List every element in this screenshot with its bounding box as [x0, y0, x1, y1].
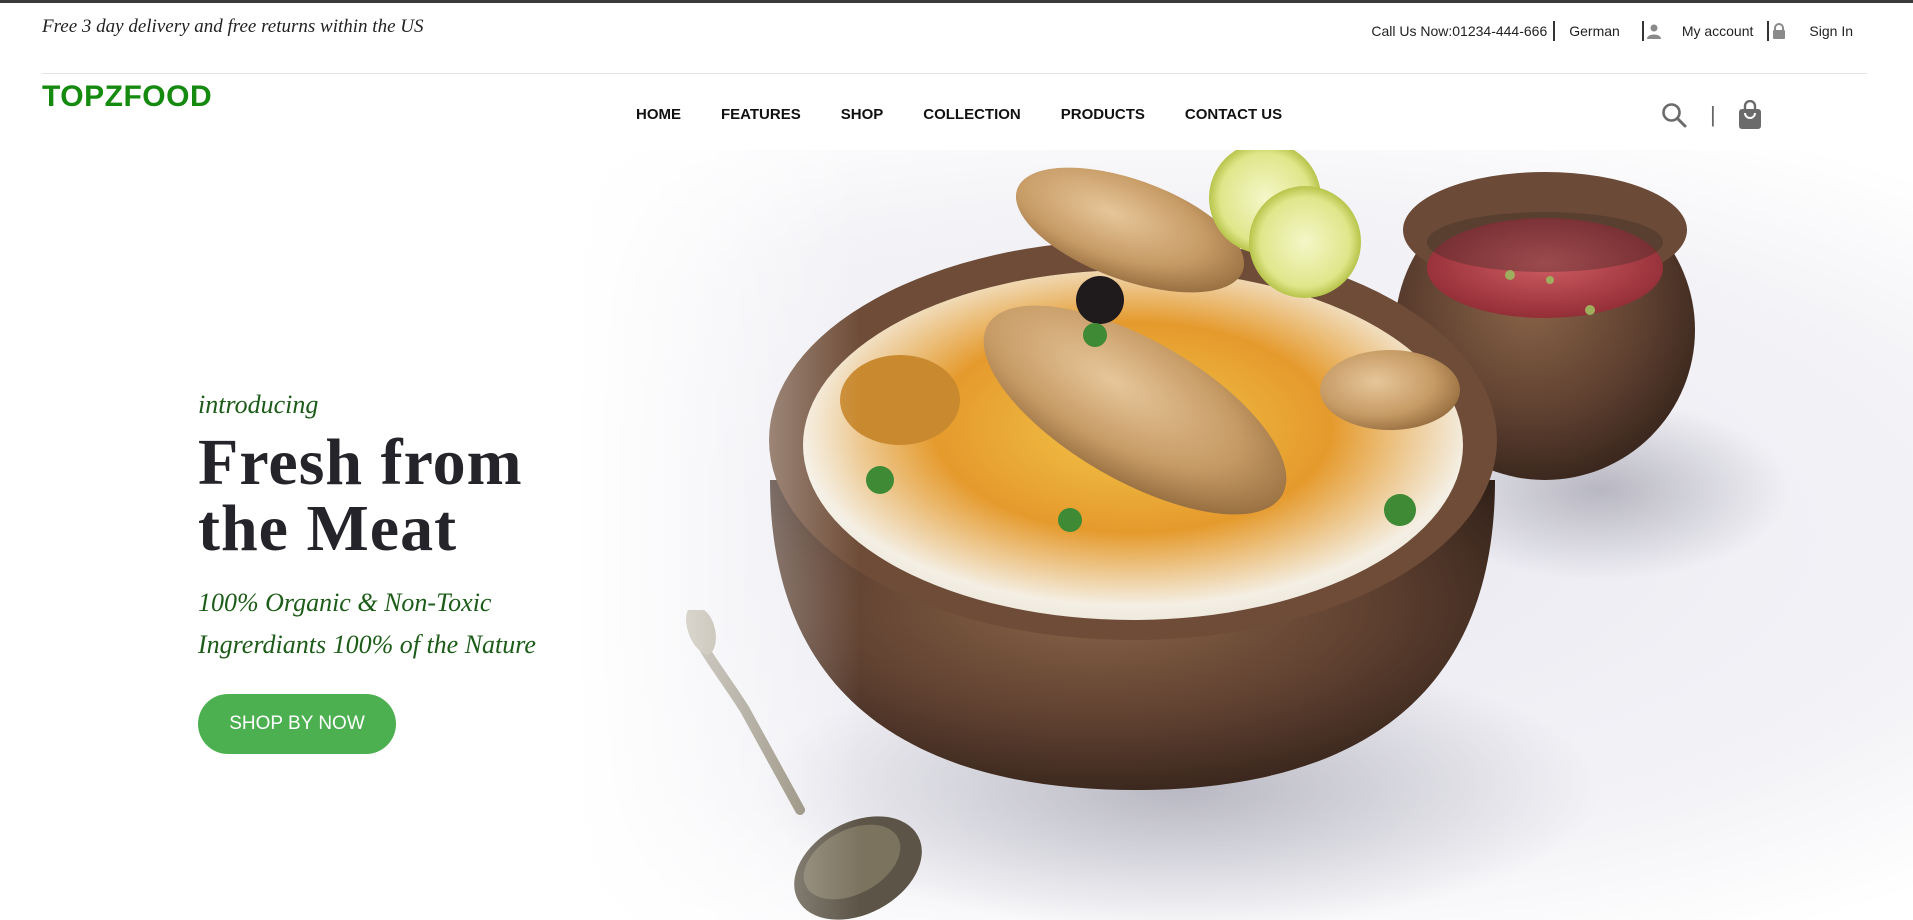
nav-collection[interactable]: COLLECTION: [923, 106, 1021, 123]
hero-text-block: introducing Fresh from the Meat 100% Org…: [198, 390, 536, 754]
shop-by-now-button[interactable]: SHOP BY NOW: [198, 694, 396, 754]
hero-subtitle-line2: Ingrerdiants 100% of the Nature: [198, 630, 536, 659]
sign-in-link[interactable]: Sign In: [1809, 23, 1853, 39]
hero-subtitle: 100% Organic & Non-Toxic Ingrerdiants 10…: [198, 582, 536, 666]
my-account-link[interactable]: My account: [1682, 23, 1754, 39]
nav-home[interactable]: HOME: [636, 106, 681, 123]
hero-headline-line2: the Meat: [198, 492, 458, 565]
top-bar: Free 3 day delivery and free returns wit…: [0, 3, 1913, 73]
main-nav: HOME FEATURES SHOP COLLECTION PRODUCTS C…: [636, 106, 1322, 123]
user-icon: [1646, 24, 1661, 39]
hero-headline: Fresh from the Meat: [198, 430, 536, 562]
nav-contact-us[interactable]: CONTACT US: [1185, 106, 1282, 123]
top-bar-links: Call Us Now:01234-444-666 German My acco…: [1371, 21, 1853, 41]
nav-features[interactable]: FEATURES: [721, 106, 801, 123]
hero-banner: introducing Fresh from the Meat 100% Org…: [0, 150, 1913, 920]
nav-products[interactable]: PRODUCTS: [1061, 106, 1145, 123]
call-us-text: Call Us Now:01234-444-666: [1371, 23, 1548, 39]
hero-intro: introducing: [198, 390, 319, 419]
separator: [1767, 21, 1770, 41]
nav-shop[interactable]: SHOP: [841, 106, 884, 123]
icons-separator: |: [1710, 102, 1716, 127]
lock-icon: [1773, 23, 1786, 39]
shopping-bag-icon[interactable]: [1736, 100, 1764, 130]
language-selector[interactable]: German: [1569, 23, 1620, 39]
promo-text: Free 3 day delivery and free returns wit…: [42, 16, 424, 37]
header-icons: |: [1660, 100, 1764, 130]
separator: [1553, 21, 1556, 41]
hero-subtitle-line1: 100% Organic & Non-Toxic: [198, 588, 492, 617]
header-divider: [42, 73, 1867, 74]
site-logo[interactable]: TOPZFOOD: [42, 80, 212, 114]
separator: [1641, 21, 1644, 41]
search-icon[interactable]: [1660, 101, 1688, 129]
hero-headline-line1: Fresh from: [198, 426, 523, 499]
